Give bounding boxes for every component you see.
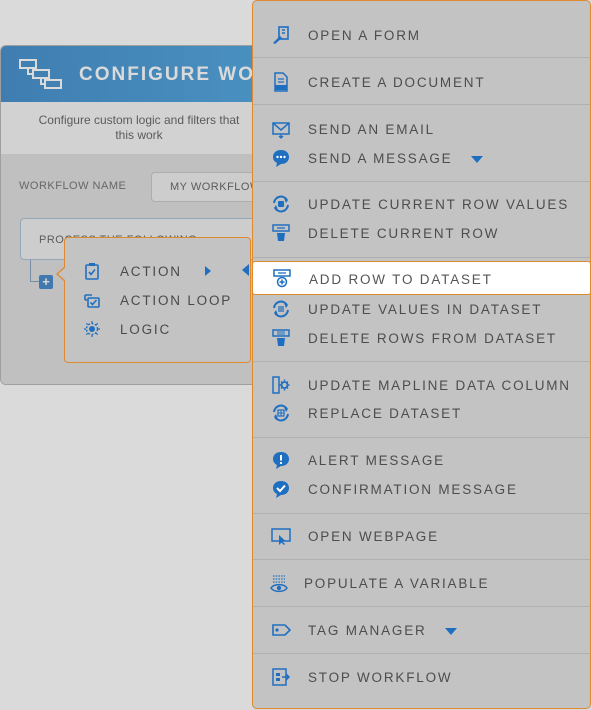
menu-item-label: DELETE CURRENT ROW [308,226,500,241]
menu-item-send-a-message[interactable]: SEND A MESSAGE [253,144,590,172]
clipboard-check-icon [83,262,101,280]
loop-check-icon [83,291,101,309]
menu-item-open-webpage[interactable]: OPEN WEBPAGE [253,522,590,550]
eye-list-icon [269,573,289,593]
monitor-cursor-icon [271,526,291,546]
pdf-document-icon [271,72,291,92]
menu-divider [253,653,590,654]
menu-divider [253,437,590,438]
menu-item-tag-manager[interactable]: TAG MANAGER [253,616,590,644]
menu-item-label: ALERT MESSAGE [308,453,445,468]
menu-item-update-current-row-values[interactable]: UPDATE CURRENT ROW VALUES [253,190,590,218]
check-bubble-icon [271,479,291,499]
menu-divider [253,181,590,182]
menu-item-alert-message[interactable]: ALERT MESSAGE [253,446,590,474]
chevron-down-icon[interactable] [445,628,457,635]
menu-item-populate-a-variable[interactable]: POPULATE A VARIABLE [253,569,590,597]
menu-item-delete-rows-from-dataset[interactable]: DELETE ROWS FROM DATASET [253,324,590,352]
menu-item-label: SEND A MESSAGE [308,151,453,166]
menu-item-create-a-document[interactable]: CREATE A DOCUMENT [253,68,590,96]
add-row-icon [272,268,292,288]
menu-item-label: POPULATE A VARIABLE [304,576,490,591]
chat-bubble-icon [271,148,291,168]
menu-item-delete-current-row[interactable]: DELETE CURRENT ROW [253,219,590,247]
menu-divider [253,361,590,362]
menu-item-label: UPDATE MAPLINE DATA COLUMN [308,378,571,393]
submenu-item-label: ACTION [120,264,182,279]
column-gear-icon [271,375,291,395]
menu-item-label: SEND AN EMAIL [308,122,435,137]
menu-item-label: UPDATE VALUES IN DATASET [308,302,543,317]
menu-item-label: CONFIRMATION MESSAGE [308,482,518,497]
form-pen-icon [271,25,291,45]
menu-divider [253,513,590,514]
menu-item-label: ADD ROW TO DATASET [309,272,493,287]
envelope-icon [271,119,291,139]
chevron-right-icon [205,266,211,276]
menu-item-update-mapline-data-column[interactable]: UPDATE MAPLINE DATA COLUMN [253,371,590,399]
chevron-down-icon[interactable] [471,156,483,163]
menu-divider [253,257,590,258]
submenu-pointer-fill [58,267,66,281]
submenu-item-action-loop[interactable]: ACTION LOOP [65,287,250,313]
menu-item-label: CREATE A DOCUMENT [308,75,486,90]
menu-item-label: REPLACE DATASET [308,406,463,421]
submenu-item-action[interactable]: ACTION [65,258,250,284]
sync-values-icon [271,299,291,319]
menu-item-label: UPDATE CURRENT ROW VALUES [308,197,570,212]
logic-gear-icon [83,320,101,338]
menu-item-label: STOP WORKFLOW [308,670,453,685]
menu-item-confirmation-message[interactable]: CONFIRMATION MESSAGE [253,475,590,503]
stop-workflow-icon [271,667,291,687]
menu-item-label: TAG MANAGER [308,623,427,638]
menu-divider [253,57,590,58]
menu-divider [253,559,590,560]
menu-item-stop-workflow[interactable]: STOP WORKFLOW [253,663,590,691]
menu-item-label: OPEN A FORM [308,28,421,43]
menu-item-add-row-to-dataset[interactable]: ADD ROW TO DATASET [252,261,591,295]
submenu-item-logic[interactable]: LOGIC [65,316,250,342]
menu-item-send-an-email[interactable]: SEND AN EMAIL [253,115,590,143]
menu-item-replace-dataset[interactable]: REPLACE DATASET [253,399,590,427]
alert-bubble-icon [271,450,291,470]
trash-row-icon [271,223,291,243]
submenu-item-label: LOGIC [120,322,172,337]
menu-item-open-a-form[interactable]: OPEN A FORM [253,21,590,49]
trash-rows-icon [271,328,291,348]
replace-dataset-icon [271,403,291,423]
menu-item-label: DELETE ROWS FROM DATASET [308,331,557,346]
menu-item-label: OPEN WEBPAGE [308,529,439,544]
action-menu: OPEN A FORM CREATE A DOCUMENT SEND AN EM… [252,0,591,709]
sync-database-icon [271,194,291,214]
submenu-item-label: ACTION LOOP [120,293,233,308]
menu-divider [253,104,590,105]
add-step-submenu: ACTION ACTION LOOP LOGIC [64,237,251,363]
tag-icon [271,620,291,640]
menu-connector-arrow [242,264,249,276]
menu-item-update-values-in-dataset[interactable]: UPDATE VALUES IN DATASET [253,295,590,323]
menu-divider [253,606,590,607]
